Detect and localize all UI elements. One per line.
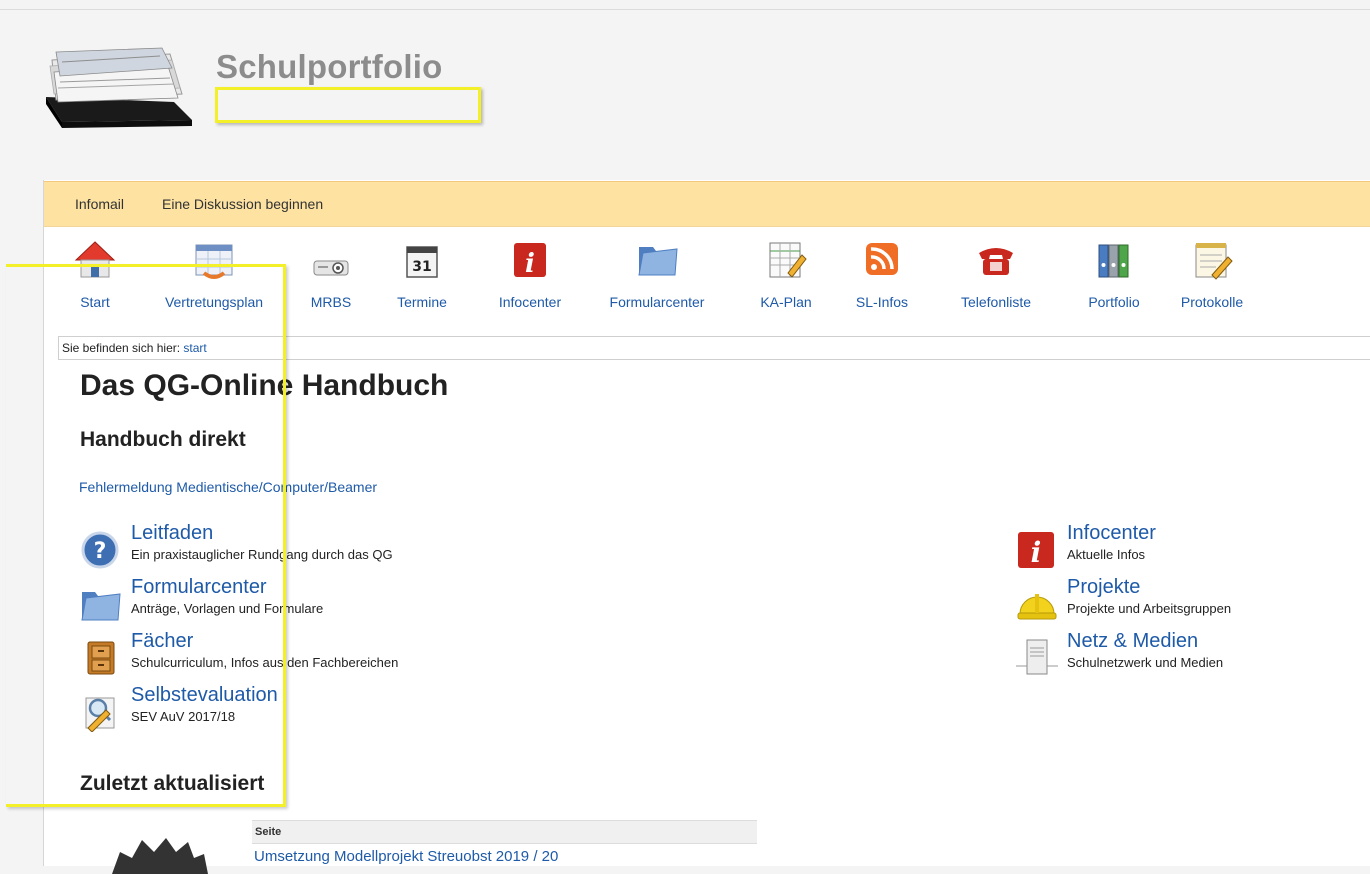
nav-label: Protokolle [1180,294,1244,310]
table-row[interactable]: Umsetzung Modellprojekt Streuobst 2019 /… [252,844,757,865]
svg-text:?: ? [94,539,107,564]
folder-icon [638,247,678,276]
error-report-link[interactable]: Fehlermeldung Medientische/Computer/Beam… [79,479,377,495]
recent-updates-table: Seite Umsetzung Modellprojekt Streuobst … [252,820,757,865]
projector-icon [313,260,349,276]
hardhat-icon [1017,594,1057,620]
nav-label: Infocenter [498,294,562,310]
entry-selbstevaluation: Selbstevaluation SEV AuV 2017/18 [80,684,480,732]
nav-termine[interactable]: 31 Termine [384,234,460,320]
nav-vertretungsplan[interactable]: Vertretungsplan [151,234,277,320]
entry-desc: Ein praxistauglicher Rundgang durch das … [131,547,393,562]
nav-mrbs[interactable]: MRBS [301,234,361,320]
nav-label: MRBS [310,294,352,310]
entry-title[interactable]: Infocenter [1067,522,1156,545]
binders-icon [1098,244,1129,278]
nav-telefonliste[interactable]: Telefonliste [946,234,1046,320]
help-icon: ? [81,531,119,569]
entry-desc: Schulcurriculum, Infos aus den Fachberei… [131,655,399,670]
info-icon: i [514,243,546,279]
breadcrumb-prefix: Sie befinden sich hier: [62,341,181,355]
server-icon [1016,639,1058,675]
menubar: Infomail Eine Diskussion beginnen [44,181,1370,227]
nav-formularcenter[interactable]: Formularcenter [590,234,724,320]
entry-desc: SEV AuV 2017/18 [131,709,236,724]
breadcrumb-link-start[interactable]: start [183,341,206,355]
entry-infocenter: i Infocenter Aktuelle Infos [1016,522,1316,570]
entry-title[interactable]: Projekte [1067,576,1140,599]
entry-faecher: Fächer Schulcurriculum, Infos aus den Fa… [80,630,480,678]
entry-desc: Aktuelle Infos [1067,547,1146,562]
nav-label: KA-Plan [760,294,812,310]
entry-projekte: Projekte Projekte und Arbeitsgruppen [1016,576,1316,624]
svg-text:i: i [525,249,535,279]
info-icon: i [1018,532,1054,569]
folder-icon [81,592,121,621]
breadcrumb: Sie befinden sich hier: start [58,336,1370,360]
table-header-seite: Seite [252,820,757,844]
nav-label: Termine [397,294,447,310]
paper-tray-logo [46,47,192,128]
calendar-sync-icon [195,244,233,279]
entry-title[interactable]: Formularcenter [131,576,267,599]
nav-sl-infos[interactable]: SL-Infos [844,234,920,320]
page-title: Das QG-Online Handbuch [80,369,449,402]
home-icon [74,241,116,278]
svg-text:31: 31 [412,259,431,275]
nav-label: Telefonliste [960,294,1032,310]
entry-desc: Projekte und Arbeitsgruppen [1067,601,1232,616]
entry-formularcenter: Formularcenter Anträge, Vorlagen und For… [80,576,480,624]
nav-start[interactable]: Start [64,234,126,320]
nav-label: Formularcenter [609,294,705,310]
nav-label: Start [80,294,110,310]
entry-netz-medien: Netz & Medien Schulnetzwerk und Medien [1016,630,1316,678]
section-heading-handbuch-direkt: Handbuch direkt [80,428,246,451]
entry-leitfaden: ? Leitfaden Ein praxistauglicher Rundgan… [80,522,480,570]
telephone-icon [979,248,1013,275]
entry-title[interactable]: Netz & Medien [1067,630,1198,653]
gear-icon [112,838,208,874]
nav-protokolle[interactable]: Protokolle [1168,234,1256,320]
entry-title[interactable]: Fächer [131,630,193,653]
icon-navigation: Start Vertretungsplan MRBS 31 Termine i … [44,234,1370,324]
rss-icon [866,243,898,275]
nav-ka-plan[interactable]: KA-Plan [746,234,826,320]
nav-label: Vertretungsplan [164,294,264,310]
calendar-31-icon: 31 [406,246,438,278]
spreadsheet-edit-icon [769,242,807,278]
site-title[interactable]: Schulportfolio [216,48,442,86]
menu-infomail[interactable]: Infomail [75,196,124,212]
nav-infocenter[interactable]: i Infocenter [488,234,572,320]
notepad-icon [1195,243,1233,280]
nav-label: SL-Infos [855,294,909,310]
svg-text:i: i [1031,536,1042,569]
entry-desc: Anträge, Vorlagen und Formulare [131,601,324,616]
menu-start-discussion[interactable]: Eine Diskussion beginnen [162,196,323,212]
entry-desc: Schulnetzwerk und Medien [1067,655,1224,670]
entry-title[interactable]: Leitfaden [131,522,213,545]
nav-label: Portfolio [1088,294,1140,310]
section-heading-zuletzt-aktualisiert: Zuletzt aktualisiert [80,772,265,795]
title-highlight-box [215,87,481,123]
nav-portfolio[interactable]: Portfolio [1074,234,1154,320]
top-divider [0,9,1370,10]
magnifier-pencil-icon [85,697,115,732]
entry-title[interactable]: Selbstevaluation [131,684,278,707]
cabinet-icon [87,641,115,675]
